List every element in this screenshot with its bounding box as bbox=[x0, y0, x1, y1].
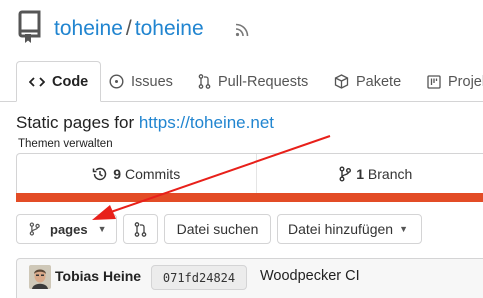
repo-icon bbox=[18, 10, 41, 43]
add-file-dropdown[interactable]: Datei hinzufügen ▼ bbox=[277, 214, 422, 244]
latest-commit-bar: Tobias Heine 071fd24824 Woodpecker CI bbox=[16, 258, 483, 298]
tab-code-label: Code bbox=[52, 73, 89, 90]
branches-count: 1 bbox=[356, 165, 365, 182]
repo-title: toheine / toheine bbox=[54, 16, 204, 42]
repo-separator: / bbox=[125, 17, 132, 40]
pull-request-icon bbox=[134, 221, 147, 237]
issue-icon bbox=[109, 74, 124, 89]
tab-pull-requests[interactable]: Pull-Requests bbox=[198, 61, 308, 102]
tab-issues[interactable]: Issues bbox=[109, 61, 173, 102]
commit-message[interactable]: Woodpecker CI bbox=[260, 268, 360, 284]
chevron-down-icon: ▼ bbox=[399, 224, 408, 234]
add-file-label: Datei hinzufügen bbox=[288, 221, 394, 237]
branches-label: Branch bbox=[367, 165, 413, 182]
repo-description: Static pages for https://toheine.net bbox=[16, 113, 274, 133]
commits-label: Commits bbox=[124, 165, 181, 182]
package-icon bbox=[334, 74, 349, 89]
history-icon bbox=[93, 167, 107, 180]
tab-code[interactable]: Code bbox=[16, 61, 102, 102]
tab-projects[interactable]: Projekte bbox=[427, 61, 483, 102]
find-file-button[interactable]: Datei suchen bbox=[164, 214, 271, 244]
language-bar bbox=[16, 193, 483, 202]
repo-stats: 9 Commits 1 Branch bbox=[16, 153, 483, 193]
rss-icon[interactable] bbox=[235, 23, 249, 37]
website-link[interactable]: https://toheine.net bbox=[139, 113, 274, 132]
repo-name-link[interactable]: toheine bbox=[135, 17, 204, 40]
commits-count: 9 bbox=[113, 165, 122, 182]
avatar[interactable] bbox=[29, 265, 51, 289]
tab-projects-label: Projekte bbox=[448, 73, 483, 90]
code-icon bbox=[29, 76, 45, 87]
branch-dropdown[interactable]: pages ▼ bbox=[16, 214, 117, 244]
branch-icon bbox=[29, 222, 40, 236]
commit-sha[interactable]: 071fd24824 bbox=[151, 265, 247, 290]
tab-pull-requests-label: Pull-Requests bbox=[218, 73, 309, 90]
branches-stat[interactable]: 1 Branch bbox=[257, 154, 483, 193]
commit-author[interactable]: Tobias Heine bbox=[55, 268, 141, 284]
tab-packages[interactable]: Pakete bbox=[334, 61, 401, 102]
branch-icon bbox=[339, 166, 352, 181]
description-text: Static pages for bbox=[16, 113, 139, 132]
manage-topics-link[interactable]: Themen verwalten bbox=[18, 138, 113, 150]
pull-request-icon bbox=[198, 74, 211, 89]
repo-owner-link[interactable]: toheine bbox=[54, 17, 123, 40]
tab-issues-label: Issues bbox=[131, 73, 173, 90]
chevron-down-icon: ▼ bbox=[97, 224, 107, 234]
commits-stat[interactable]: 9 Commits bbox=[17, 154, 257, 193]
project-icon bbox=[427, 74, 441, 89]
tab-packages-label: Pakete bbox=[356, 73, 402, 90]
compare-button[interactable] bbox=[123, 214, 158, 244]
branch-name: pages bbox=[50, 221, 88, 237]
